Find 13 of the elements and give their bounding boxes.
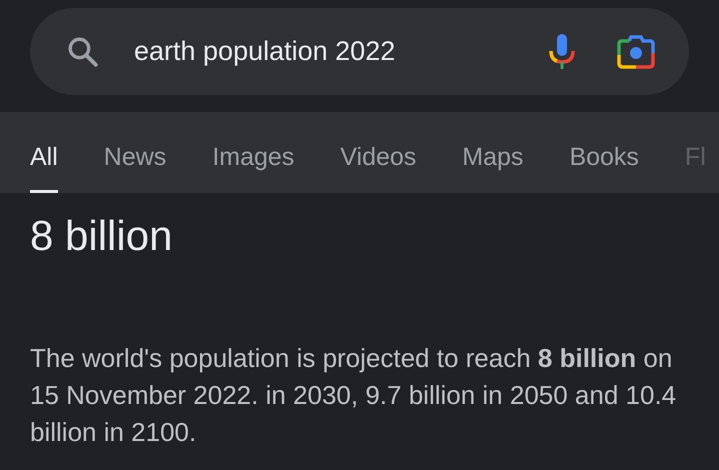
camera-icon[interactable] bbox=[617, 34, 655, 68]
microphone-icon[interactable] bbox=[547, 32, 577, 70]
tab[interactable]: All bbox=[30, 138, 58, 193]
answer-title: 8 billion bbox=[30, 211, 174, 261]
tab[interactable]: Videos bbox=[340, 138, 416, 193]
tab[interactable]: Images bbox=[212, 138, 294, 193]
tab[interactable]: News bbox=[104, 138, 166, 193]
search-field[interactable]: earth population 2022 bbox=[134, 31, 547, 72]
search-icon bbox=[66, 34, 100, 68]
tab[interactable]: Books bbox=[569, 138, 639, 193]
answer-text: The world's population is projected to reach 8 billion on 15 November 2022. in 2030, 9.7 billion in 2050 and 10.4 billion in 2100. bbox=[30, 342, 678, 449]
tab[interactable]: Maps bbox=[462, 138, 524, 193]
search-bar[interactable]: earth population 2022 bbox=[30, 8, 689, 95]
